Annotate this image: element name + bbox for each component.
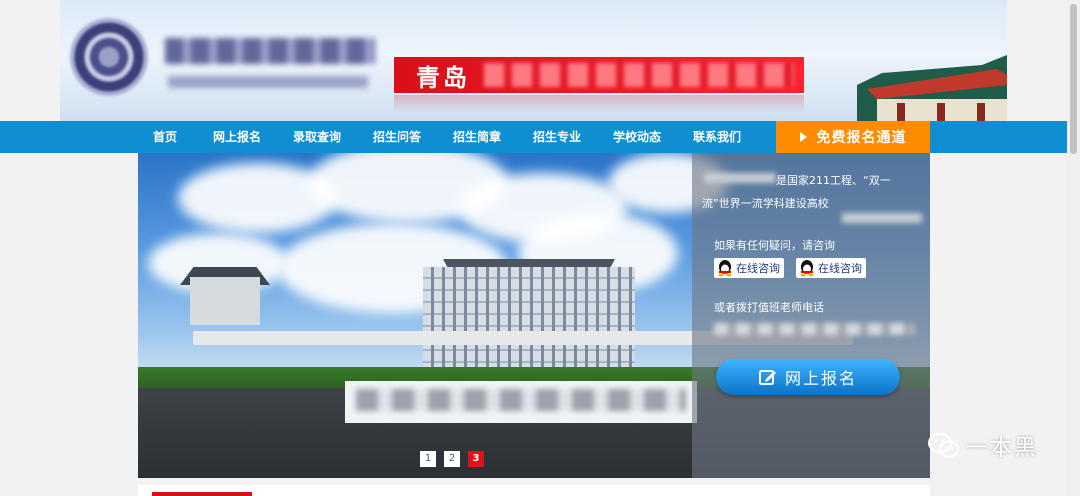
university-subtitle-blurred bbox=[168, 76, 368, 88]
wechat-icon bbox=[928, 433, 959, 458]
slogan-banner: 青岛 bbox=[394, 57, 804, 93]
edit-icon bbox=[758, 370, 776, 385]
intro-tail-blurred bbox=[842, 213, 922, 223]
university-name-blurred bbox=[165, 38, 375, 64]
qq-consult-button-2[interactable]: 在线咨询 bbox=[796, 258, 866, 278]
qq-consult-button-1[interactable]: 在线咨询 bbox=[714, 258, 784, 278]
entrance-sign-blurred bbox=[356, 389, 686, 411]
slogan-city: 青岛 bbox=[416, 63, 470, 92]
qq-consult-label-1: 在线咨询 bbox=[736, 262, 780, 275]
online-apply-label: 网上报名 bbox=[784, 369, 857, 388]
school-name-blurred bbox=[704, 173, 776, 183]
slide-dot-1[interactable]: 1 bbox=[420, 451, 436, 467]
slide-dot-3-active[interactable]: 3 bbox=[468, 451, 484, 467]
university-logo[interactable] bbox=[70, 18, 148, 96]
site-header: 青岛 bbox=[60, 0, 1007, 121]
nav-item-faq[interactable]: 招生问答 bbox=[345, 121, 449, 153]
qq-penguin-icon bbox=[800, 260, 814, 277]
consult-panel: 是国家211工程、“双一 流”世界一流学科建设高校 如果有任何疑问，请咨询 在线… bbox=[692, 153, 930, 478]
nav-item-admission-query[interactable]: 录取查询 bbox=[289, 121, 345, 153]
qq-penguin-icon bbox=[718, 260, 732, 277]
phone-label: 或者拨打值班老师电话 bbox=[714, 301, 824, 314]
slogan-reflection bbox=[394, 95, 804, 113]
nav-item-brochure[interactable]: 招生简章 bbox=[449, 121, 505, 153]
slogan-blurred bbox=[484, 63, 794, 87]
ask-text: 如果有任何疑问，请咨询 bbox=[714, 239, 835, 252]
nav-item-online-apply[interactable]: 网上报名 bbox=[185, 121, 289, 153]
play-arrow-icon bbox=[799, 132, 807, 142]
online-apply-button[interactable]: 网上报名 bbox=[716, 359, 900, 395]
hero-banner[interactable]: 是国家211工程、“双一 流”世界一流学科建设高校 如果有任何疑问，请咨询 在线… bbox=[138, 153, 930, 478]
main-building bbox=[423, 267, 635, 379]
nav-item-home[interactable]: 首页 bbox=[145, 121, 185, 153]
phone-number-blurred bbox=[714, 323, 914, 335]
slide-pagination: 1 2 3 bbox=[420, 451, 484, 467]
qq-consult-label-2: 在线咨询 bbox=[818, 262, 862, 275]
free-signup-button[interactable]: 免费报名通道 bbox=[776, 121, 930, 153]
pagoda-roof-image bbox=[857, 55, 1007, 121]
nav-item-school-news[interactable]: 学校动态 bbox=[609, 121, 665, 153]
free-signup-label: 免费报名通道 bbox=[816, 130, 907, 146]
section-tab-red bbox=[152, 492, 252, 496]
nav-item-majors[interactable]: 招生专业 bbox=[505, 121, 609, 153]
wechat-watermark: 一本黑 bbox=[928, 430, 1038, 462]
intro-line-2: 流”世界一流学科建设高校 bbox=[702, 197, 829, 210]
scrollbar-thumb[interactable] bbox=[1070, 4, 1077, 154]
content-strip bbox=[138, 485, 930, 496]
nav-item-contact[interactable]: 联系我们 bbox=[665, 121, 769, 153]
watermark-text: 一本黑 bbox=[966, 436, 1039, 461]
slide-dot-2[interactable]: 2 bbox=[444, 451, 460, 467]
